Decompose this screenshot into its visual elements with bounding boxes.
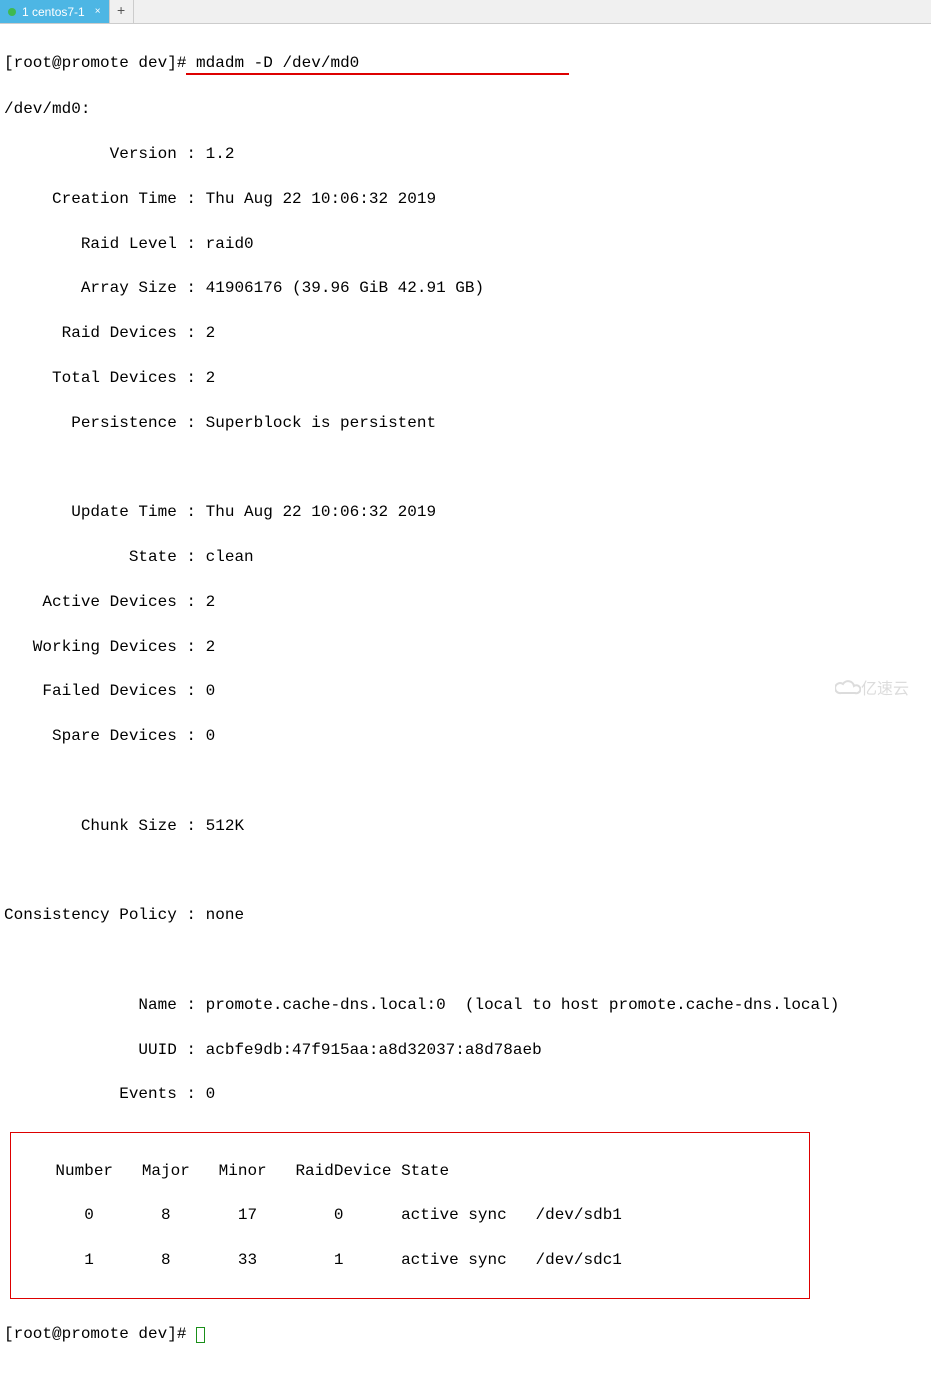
shell-prompt: [root@promote dev]# [4, 54, 186, 72]
device-table-highlight: Number Major Minor RaidDevice State 0 8 … [10, 1132, 810, 1299]
add-tab-button[interactable]: + [110, 0, 134, 23]
field-array-size: Array Size : 41906176 (39.96 GiB 42.91 G… [4, 277, 927, 299]
plus-icon: + [117, 4, 125, 20]
watermark-text: 亿速云 [861, 675, 909, 699]
command-line: [root@promote dev]# mdadm -D /dev/md0 [4, 52, 927, 75]
close-icon[interactable]: × [95, 6, 101, 17]
command-text: mdadm -D /dev/md0 [186, 54, 359, 75]
connection-status-icon [8, 8, 16, 16]
field-raid-devices: Raid Devices : 2 [4, 322, 927, 344]
field-persistence: Persistence : Superblock is persistent [4, 412, 927, 434]
field-raid-level: Raid Level : raid0 [4, 233, 927, 255]
tab-label: 1 centos7-1 [22, 5, 85, 19]
field-total-devices: Total Devices : 2 [4, 367, 927, 389]
field-spare-devices: Spare Devices : 0 [4, 725, 927, 747]
shell-prompt: [root@promote dev]# [4, 1325, 196, 1343]
field-events: Events : 0 [4, 1083, 927, 1105]
terminal-output: [root@promote dev]# mdadm -D /dev/md0 /d… [0, 24, 931, 1374]
field-active-devices: Active Devices : 2 [4, 591, 927, 613]
field-version: Version : 1.2 [4, 143, 927, 165]
cursor-icon [196, 1327, 205, 1343]
field-working-devices: Working Devices : 2 [4, 636, 927, 658]
field-name: Name : promote.cache-dns.local:0 (local … [4, 994, 927, 1016]
field-creation-time: Creation Time : Thu Aug 22 10:06:32 2019 [4, 188, 927, 210]
field-uuid: UUID : acbfe9db:47f915aa:a8d32037:a8d78a… [4, 1039, 927, 1061]
table-row: 1 8 33 1 active sync /dev/sdc1 [17, 1249, 803, 1271]
field-failed-devices: Failed Devices : 0 [4, 680, 927, 702]
field-state: State : clean [4, 546, 927, 568]
field-update-time: Update Time : Thu Aug 22 10:06:32 2019 [4, 501, 927, 523]
device-path: /dev/md0: [4, 98, 927, 120]
tab-centos7-1[interactable]: 1 centos7-1 × [0, 0, 110, 23]
field-consistency-policy: Consistency Policy : none [4, 904, 927, 926]
tab-bar: 1 centos7-1 × + [0, 0, 931, 24]
table-row: 0 8 17 0 active sync /dev/sdb1 [17, 1204, 803, 1226]
table-header: Number Major Minor RaidDevice State [17, 1160, 803, 1182]
cloud-icon [835, 679, 857, 695]
prompt-line: [root@promote dev]# [4, 1323, 927, 1345]
field-chunk-size: Chunk Size : 512K [4, 815, 927, 837]
watermark: 亿速云 [835, 675, 909, 699]
